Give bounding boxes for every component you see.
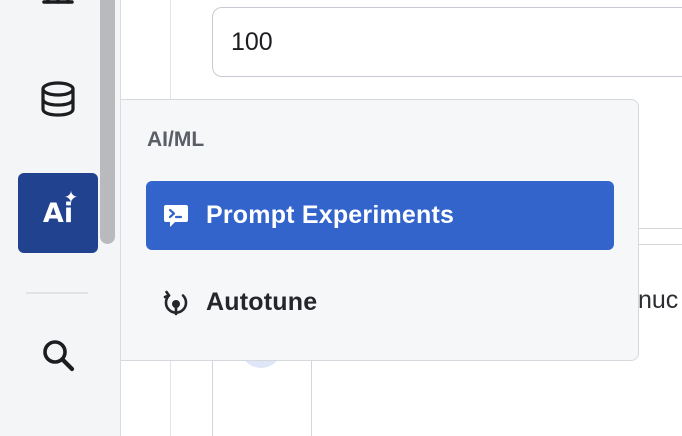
left-nav-rail: Ai ✦ — [0, 0, 121, 436]
nav-search-button[interactable] — [18, 317, 98, 397]
chart-icon — [38, 0, 78, 13]
nav-database-button[interactable] — [18, 61, 98, 141]
scrollbar-thumb[interactable] — [100, 0, 115, 244]
menu-item-label: Autotune — [206, 288, 318, 316]
nav-separator — [26, 292, 88, 294]
autotune-icon — [146, 289, 206, 317]
number-input[interactable] — [213, 8, 682, 76]
prompt-terminal-icon — [146, 202, 206, 230]
background-text: nuc — [638, 286, 679, 314]
number-input-field[interactable] — [212, 7, 682, 77]
search-icon — [38, 335, 78, 380]
panel-border — [311, 350, 312, 436]
database-icon — [38, 79, 78, 124]
menu-heading: AI/ML — [147, 128, 205, 151]
menu-item-prompt-experiments[interactable]: Prompt Experiments — [146, 181, 614, 250]
nav-chart-button[interactable] — [18, 0, 98, 30]
app-window: nuc Ai✦ — [0, 0, 682, 436]
ai-ml-flyout-menu: AI/ML Prompt Experiments Autotune — [121, 99, 639, 361]
menu-item-label: Prompt Experiments — [206, 201, 455, 229]
menu-item-autotune[interactable]: Autotune — [146, 268, 614, 337]
nav-ai-ml-button[interactable]: Ai ✦ — [18, 173, 98, 253]
ai-sparkle-icon: Ai ✦ — [42, 187, 79, 229]
